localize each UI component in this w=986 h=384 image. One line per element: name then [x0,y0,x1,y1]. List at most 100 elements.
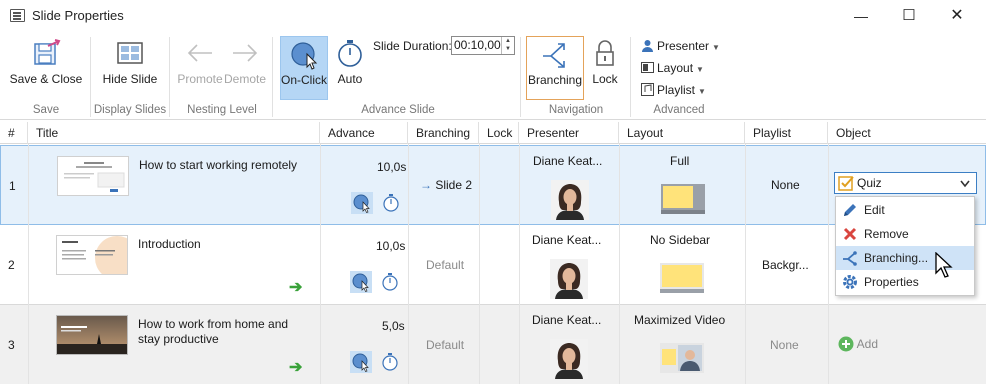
arrow-right-icon [233,44,258,62]
slide-thumbnail-image [57,236,127,274]
spinner-down-icon[interactable]: ▼ [502,45,514,53]
layout-name: Maximized Video [634,313,726,327]
group-label-nesting-level: Nesting Level [187,104,257,116]
on-click-icon [291,42,318,70]
stopwatch-icon [382,273,398,291]
playlist-label: Playlist [657,83,696,97]
col-number-header[interactable]: # [0,122,28,144]
col-title-header[interactable]: Title [28,122,320,144]
save-close-icon [34,39,61,65]
slide-duration-input[interactable]: 00:10,00 ▲ ▼ [451,36,515,55]
pencil-icon [844,204,856,216]
ribbon: Save & Close Save Hide Slide Display Sli… [0,32,986,120]
table-row[interactable]: 3 How to work from home and stay product… [0,305,986,384]
lock-button[interactable]: Lock [586,32,624,100]
window-title: Slide Properties [32,8,124,23]
minimize-button[interactable]: — [838,0,884,32]
menu-item-remove[interactable]: Remove [836,222,974,246]
slide-thumbnail [56,315,128,355]
slide-thumbnail [57,156,129,196]
promote-label: Promote [177,72,223,86]
separator [630,37,631,117]
slide-title: How to start working remotely [139,158,298,172]
slide-title-line-1: How to work from home and [138,317,289,331]
presenter-portrait-image [550,259,588,299]
menu-item-edit[interactable]: Edit [836,198,974,222]
chevron-down-icon[interactable] [960,180,970,188]
slide-thumbnail-image [58,157,128,195]
arrow-left-icon [187,44,212,62]
hide-slide-button[interactable]: Hide Slide [98,32,162,100]
col-presenter-header[interactable]: Presenter [519,122,619,144]
layout-full-icon [661,184,705,214]
col-lock-header[interactable]: Lock [479,122,519,144]
branching-button[interactable]: Branching [526,36,584,100]
on-click-button[interactable]: On-Click [280,36,328,100]
playlist-value: Backgr... [762,258,809,272]
group-label-advance-slide: Advance Slide [361,104,435,116]
column-divider [519,144,520,384]
column-divider [320,144,321,384]
slide-thumbnail-image [57,316,127,354]
remove-x-icon [843,227,857,241]
column-divider [479,144,480,384]
col-playlist-header[interactable]: Playlist [745,122,828,144]
group-label-advanced: Advanced [653,104,705,116]
col-object-header[interactable]: Object [828,122,986,144]
nest-arrow-icon: ➔ [289,359,303,376]
spinner-up-icon[interactable]: ▲ [502,37,514,45]
chevron-down-icon: ▼ [698,87,706,96]
column-divider [828,144,829,384]
row-number: 3 [8,338,15,352]
save-close-button[interactable]: Save & Close [8,32,84,100]
layout-name: No Sidebar [650,233,711,247]
on-click-label: On-Click [281,73,328,87]
playlist-dropdown[interactable]: Playlist ▼ [641,83,706,97]
col-advance-header[interactable]: Advance [320,122,408,144]
promote-button[interactable]: Promote [176,32,224,100]
column-divider [28,144,29,384]
branching-label: Branching [527,73,583,87]
auto-button[interactable]: Auto [330,32,370,100]
presenter-name: Diane Keat... [532,233,602,247]
presenter-name: Diane Keat... [533,154,603,168]
branching-target-label: Slide 2 [435,178,473,192]
table-header: # Title Advance Branching Lock Presenter… [0,122,986,144]
playlist-icon [641,83,654,96]
on-click-icon [351,192,373,214]
person-icon [642,40,653,52]
presenter-avatar [550,339,588,379]
layout-label: Layout [657,61,694,75]
object-value: Quiz [857,176,882,190]
stopwatch-icon [338,40,362,67]
spinner-arrows[interactable]: ▲ ▼ [501,37,514,54]
lock-icon [596,40,614,66]
hide-slide-label: Hide Slide [102,72,158,86]
hide-slide-icon [117,42,143,64]
branching-target[interactable]: Default [426,338,464,352]
object-context-menu: Edit Remove Branching... Properties [835,196,975,296]
slide-duration-label: Slide Duration: [373,39,452,53]
nest-arrow-icon: ➔ [289,279,303,296]
auto-label: Auto [337,72,363,86]
col-layout-header[interactable]: Layout [619,122,745,144]
group-label-display-slides: Display Slides [93,104,167,116]
branching-target[interactable]: Default [426,258,464,272]
row-number: 1 [9,179,16,193]
add-object-label: Add [856,337,879,351]
add-object-button[interactable]: Add [838,336,878,352]
layout-icon [641,62,654,73]
slide-title-line-2: stay productive [138,332,219,346]
demote-button[interactable]: Demote [222,32,268,100]
branching-target[interactable]: → Slide 2 [420,178,472,192]
layout-dropdown[interactable]: Layout ▼ [641,61,704,75]
stopwatch-icon [383,194,399,212]
group-label-navigation: Navigation [548,104,604,116]
presenter-dropdown[interactable]: Presenter ▼ [641,39,720,53]
menu-item-remove-label: Remove [864,227,909,241]
col-branching-header[interactable]: Branching [408,122,479,144]
object-dropdown[interactable]: Quiz [834,172,977,194]
maximize-button[interactable]: ☐ [886,0,932,32]
close-button[interactable]: ✕ [934,0,980,32]
lock-label: Lock [592,72,618,86]
